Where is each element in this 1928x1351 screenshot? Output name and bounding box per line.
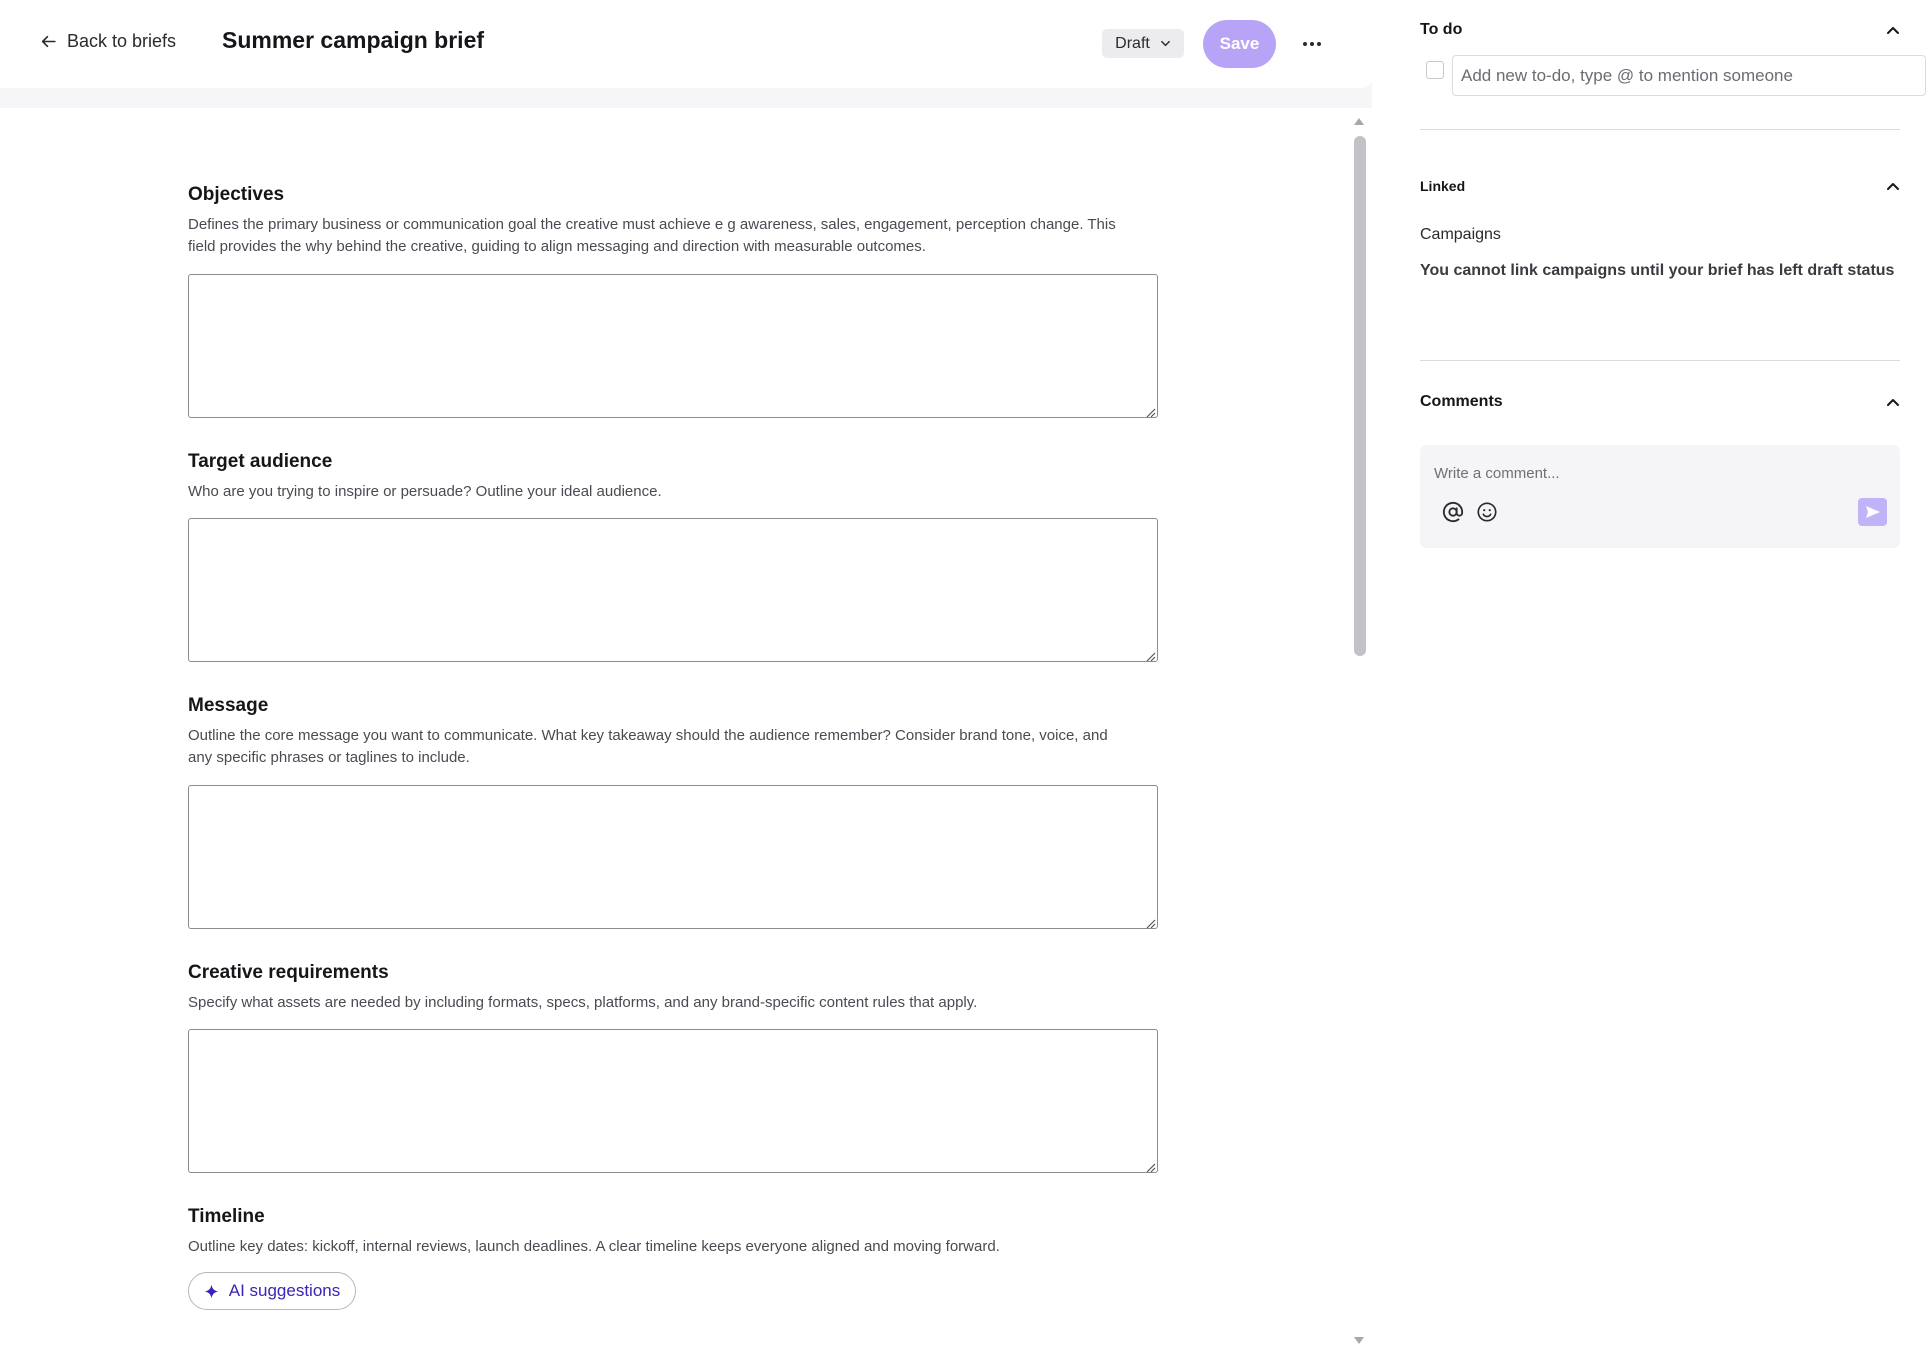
message-field: Message Outline the core message you wan… — [188, 695, 1158, 769]
resize-handle-icon[interactable] — [1144, 1161, 1156, 1173]
brief-form-area: Objectives Defines the primary business … — [0, 108, 1372, 1351]
comment-composer — [1420, 445, 1900, 548]
status-label: Draft — [1115, 34, 1150, 52]
target-audience-field: Target audience Who are you trying to in… — [188, 451, 1158, 503]
field-description: Who are you trying to inspire or persuad… — [188, 483, 662, 500]
timeline-field: Timeline Outline key dates: kickoff, int… — [188, 1206, 1158, 1258]
field-title: Creative requirements — [188, 962, 389, 983]
chevron-up-icon[interactable] — [1886, 181, 1900, 191]
chevron-up-icon[interactable] — [1886, 397, 1900, 407]
field-description: Outline key dates: kickoff, internal rev… — [188, 1238, 1000, 1255]
send-comment-button[interactable] — [1858, 498, 1887, 526]
ai-suggestions-button[interactable]: AI suggestions — [188, 1272, 356, 1310]
scroll-down-icon[interactable] — [1353, 1336, 1365, 1346]
ai-suggestions-label: AI suggestions — [228, 1281, 341, 1300]
creative-requirements-textarea[interactable] — [188, 1029, 1158, 1173]
todo-checkbox[interactable] — [1426, 61, 1444, 79]
back-to-briefs-link[interactable]: Back to briefs — [40, 31, 176, 52]
linked-section-header: Linked — [1420, 174, 1900, 198]
save-button[interactable]: Save — [1203, 20, 1276, 68]
linked-campaigns-label: Campaigns — [1420, 226, 1501, 243]
scrollbar-thumb[interactable] — [1354, 136, 1366, 656]
message-textarea[interactable] — [188, 785, 1158, 929]
divider — [1420, 129, 1900, 130]
linked-campaigns-note: You cannot link campaigns until your bri… — [1420, 262, 1895, 279]
divider — [1420, 360, 1900, 361]
field-description: Outline the core message you want to com… — [188, 727, 1108, 766]
objectives-field: Objectives Defines the primary business … — [188, 184, 1158, 258]
resize-handle-icon[interactable] — [1144, 650, 1156, 662]
field-title: Target audience — [188, 451, 333, 472]
todo-input[interactable] — [1452, 55, 1926, 96]
main-column: Back to briefs Summer campaign brief Dra… — [0, 0, 1372, 1351]
more-options-button[interactable] — [1302, 30, 1322, 58]
resize-handle-icon[interactable] — [1144, 917, 1156, 929]
smiley-icon[interactable] — [1476, 501, 1498, 523]
comments-title: Comments — [1420, 393, 1503, 410]
todo-section-header: To do — [1420, 18, 1900, 42]
field-description: Defines the primary business or communic… — [188, 216, 1116, 255]
creative-requirements-field: Creative requirements Specify what asset… — [188, 962, 1158, 1014]
comment-input[interactable] — [1434, 459, 1854, 487]
comments-section-header: Comments — [1420, 390, 1900, 414]
field-title: Timeline — [188, 1206, 265, 1227]
resize-handle-icon[interactable] — [1144, 406, 1156, 418]
back-link-label: Back to briefs — [67, 31, 177, 51]
field-title: Message — [188, 695, 269, 716]
page-header: Back to briefs Summer campaign brief Dra… — [0, 0, 1372, 88]
send-icon — [1865, 506, 1880, 518]
target-audience-textarea[interactable] — [188, 518, 1158, 662]
field-description: Specify what assets are needed by includ… — [188, 994, 978, 1011]
arrow-left-icon — [41, 35, 56, 48]
more-horizontal-icon — [1303, 42, 1321, 46]
chevron-up-icon[interactable] — [1886, 25, 1900, 35]
page-title: Summer campaign brief — [222, 27, 485, 53]
right-panel: To do Linked Campaigns You cannot link c… — [1392, 0, 1928, 1351]
app-window: Back to briefs Summer campaign brief Dra… — [0, 0, 1928, 1351]
at-sign-icon[interactable] — [1442, 501, 1464, 523]
objectives-textarea[interactable] — [188, 274, 1158, 418]
scroll-up-icon[interactable] — [1353, 116, 1365, 126]
todo-title: To do — [1420, 21, 1463, 38]
chevron-down-icon — [1160, 40, 1170, 47]
sparkle-icon — [204, 1283, 219, 1299]
status-dropdown[interactable]: Draft — [1102, 29, 1184, 58]
field-title: Objectives — [188, 184, 285, 205]
linked-title: Linked — [1420, 178, 1466, 194]
